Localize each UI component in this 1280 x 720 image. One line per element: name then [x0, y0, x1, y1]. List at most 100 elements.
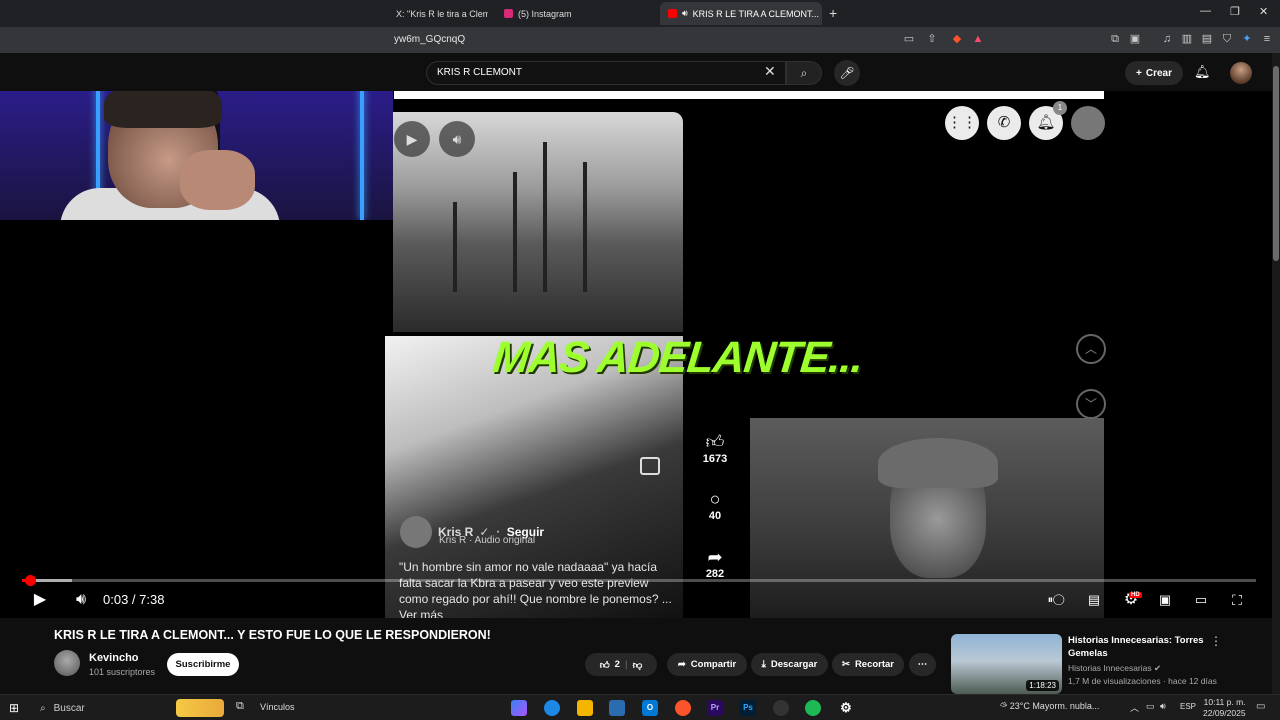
tab-instagram[interactable]: (5) Instagram	[496, 2, 646, 25]
premiere-icon[interactable]: Pr	[707, 700, 723, 716]
person-hair	[104, 91, 222, 128]
streamer-clip-frame	[750, 418, 1104, 618]
comment-count: 40	[708, 510, 722, 522]
clear-search-icon[interactable]: ✕	[764, 63, 776, 80]
fullscreen-icon[interactable]: ⛶	[1227, 590, 1247, 610]
cast-icon[interactable]: ▭	[902, 32, 916, 46]
brave-icon[interactable]	[675, 700, 691, 716]
man-cap	[878, 438, 998, 488]
mic-icon: 🎤︎	[839, 66, 855, 80]
youtube-icon	[668, 9, 677, 18]
download-button[interactable]: ⤓ Descargar	[751, 653, 828, 676]
recommendation-channel: Historias Innecesarias	[1068, 663, 1152, 673]
video-title: KRIS R LE TIRA A CLEMONT... Y ESTO FUE L…	[54, 628, 491, 642]
tab-label: (5) Instagram	[518, 8, 572, 19]
links-toolbar[interactable]: Vínculos	[260, 702, 295, 712]
hd-badge: HD	[1129, 592, 1142, 598]
share-label: Compartir	[690, 659, 737, 670]
leo-icon[interactable]: ✦	[1240, 32, 1254, 46]
sidebar-icon[interactable]: ▥	[1180, 32, 1194, 46]
search-highlight-image[interactable]	[176, 699, 224, 717]
search-icon: ⌕	[40, 702, 46, 714]
channel-name[interactable]: Kevincho	[89, 652, 139, 664]
play-button[interactable]: ▶	[30, 590, 50, 610]
outlook-icon[interactable]: O	[642, 700, 658, 716]
wallet-icon[interactable]: ▤	[1200, 32, 1214, 46]
scrollbar-thumb[interactable]	[1273, 66, 1279, 261]
thumb-up-icon[interactable]: 👍︎	[600, 659, 610, 671]
minimize-button[interactable]: —	[1200, 5, 1211, 17]
channel-avatar[interactable]	[54, 650, 80, 676]
thumb-up-icon: 👍︎	[705, 432, 725, 452]
tab-youtube-active[interactable]: 🔊︎ KRIS R LE TIRA A CLEMONT... ✕	[660, 2, 822, 25]
clip-label: Recortar	[854, 659, 895, 670]
more-actions-button[interactable]: ⋯	[909, 653, 936, 676]
tab-x-post[interactable]: X: "Kris R le tira a Clemon	[388, 2, 488, 25]
windows-start-icon[interactable]: ⊞	[9, 701, 19, 715]
download-icon: ⤓	[761, 659, 766, 670]
recommendation-title[interactable]: Historias Innecesarias: Torres Gemelas	[1068, 634, 1208, 660]
photoshop-icon[interactable]: Ps	[740, 700, 756, 716]
subscribe-button[interactable]: Suscribirme	[167, 653, 239, 676]
theater-mode-icon[interactable]: ▭	[1191, 590, 1211, 610]
share-button[interactable]: ➦ Compartir	[667, 653, 747, 676]
spotify-icon[interactable]	[805, 700, 821, 716]
extensions-icon[interactable]: ⧉	[1108, 32, 1122, 46]
chevron-up-icon: ︿	[1076, 334, 1106, 364]
obs-icon[interactable]	[773, 700, 789, 716]
ig-audio: Kris R · Audio original	[439, 535, 536, 546]
screenshot-icon[interactable]: ▣	[1128, 32, 1142, 46]
file-explorer-icon[interactable]	[577, 700, 593, 716]
tray-chevron-icon[interactable]: ︿	[1130, 701, 1139, 714]
messenger-icon: ✆	[987, 106, 1021, 140]
autoplay-toggle[interactable]: ⏸◯	[1041, 590, 1071, 610]
weather-widget[interactable]: ⛅︎ 23°C Mayorm. nubla...	[1000, 701, 1099, 712]
clip-button[interactable]: ✂ Recortar	[832, 653, 904, 676]
recommendation-menu-icon[interactable]: ⋮	[1210, 634, 1222, 648]
ig-play-icon: ▶	[394, 121, 430, 157]
volume-button[interactable]: 🔊︎	[70, 590, 92, 610]
notification-center-icon[interactable]: ▭	[1256, 701, 1265, 712]
edge-icon[interactable]	[544, 700, 560, 716]
video-player[interactable]: ▶ 🔊︎ MAS ADELANTE... ⋮⋮ ✆ 🔔︎ 1 ︿ ﹀ 👍︎ 16…	[0, 91, 1272, 618]
language-indicator[interactable]: ESP	[1180, 702, 1196, 711]
progress-scrubber[interactable]	[25, 575, 36, 586]
settings-icon[interactable]: ⚙	[838, 700, 854, 716]
close-window-button[interactable]: ✕	[1259, 5, 1268, 18]
search-input[interactable]: KRIS R CLEMONT	[426, 61, 786, 85]
copilot-icon[interactable]	[511, 700, 527, 716]
search-button[interactable]: ⌕	[786, 61, 822, 85]
vpn-icon[interactable]: ⛉	[1220, 32, 1234, 46]
search-icon: ⌕	[800, 66, 808, 80]
store-icon[interactable]	[609, 700, 625, 716]
menu-icon[interactable]: ≡	[1260, 32, 1274, 46]
notifications-icon[interactable]: 🔔︎	[1194, 64, 1211, 80]
rewards-icon[interactable]: ▲	[971, 32, 985, 46]
progress-bar[interactable]	[22, 579, 1256, 582]
clock[interactable]: 10:11 p. m. 22/09/2025	[1203, 697, 1246, 719]
music-icon[interactable]: ♫	[1160, 32, 1174, 46]
palm-trees-photo	[393, 112, 683, 332]
recommendation-channel-row[interactable]: Historias Innecesarias ✔	[1068, 663, 1161, 674]
new-tab-button[interactable]: +	[829, 5, 837, 21]
thumb-down-icon[interactable]: 👎︎	[633, 659, 643, 671]
ig-like: 👍︎ 1673	[700, 431, 730, 465]
recommendation-thumbnail[interactable]: 1:18:23	[951, 634, 1062, 694]
miniplayer-icon[interactable]: ▣	[1155, 590, 1175, 610]
create-button[interactable]: + Crear	[1125, 61, 1183, 85]
network-icon[interactable]: ▭	[1146, 701, 1155, 712]
palm-trunk	[543, 142, 547, 292]
share-arrow-icon: ➦	[707, 547, 723, 567]
url-text[interactable]: yw6m_GQcnqQ	[394, 34, 465, 45]
maximize-button[interactable]: ❐	[1230, 5, 1240, 18]
subtitles-icon[interactable]: ▤	[1084, 590, 1104, 610]
share-icon[interactable]: ⇧	[925, 32, 939, 46]
tab-label: KRIS R LE TIRA A CLEMONT...	[692, 8, 820, 19]
voice-search-button[interactable]: 🎤︎	[834, 60, 860, 86]
brave-shield-icon[interactable]: ◆	[950, 32, 964, 46]
avatar[interactable]	[1230, 62, 1252, 84]
ig-volume-icon: 🔊︎	[439, 121, 475, 157]
task-view-icon[interactable]: ⧉	[236, 700, 244, 713]
volume-tray-icon[interactable]: 🔊︎	[1160, 701, 1166, 712]
ig-caption: "Un hombre sin amor no vale nadaaaa" ya …	[399, 560, 672, 618]
